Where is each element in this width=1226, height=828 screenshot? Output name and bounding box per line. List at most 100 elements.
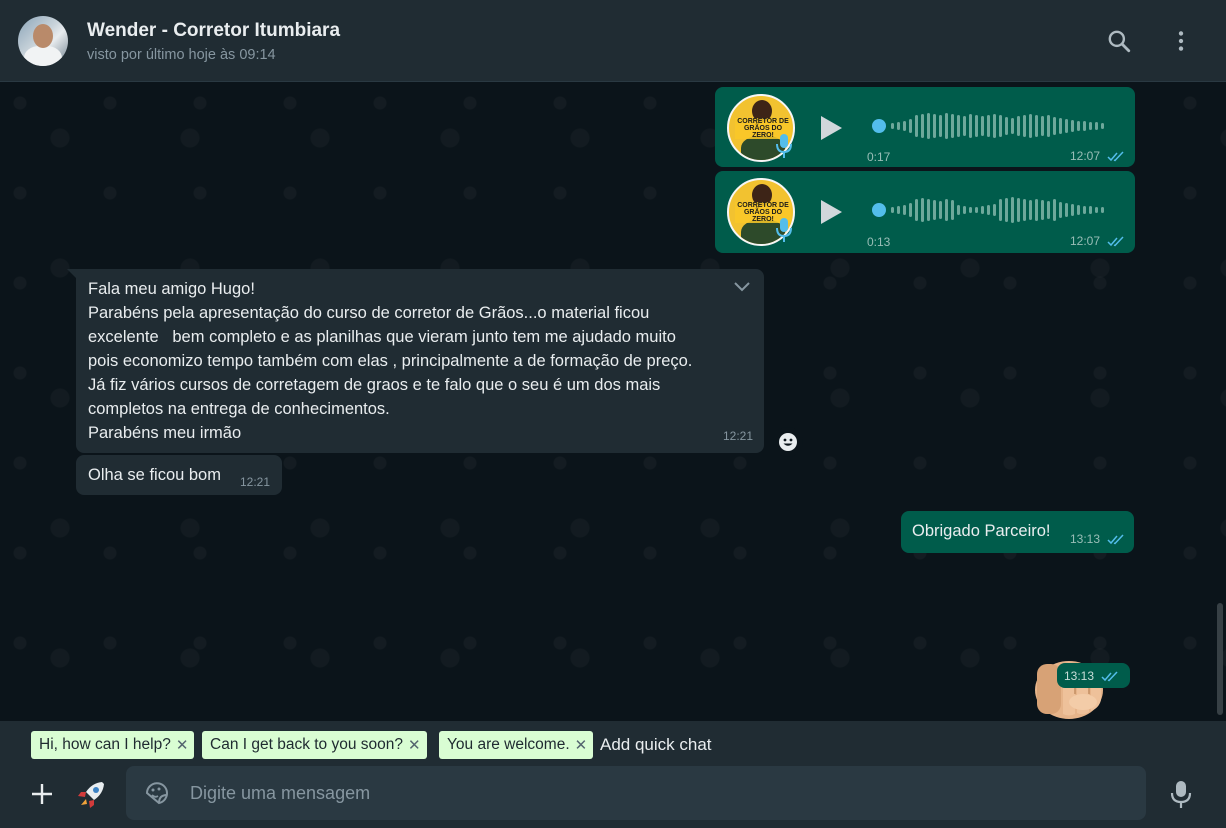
waveform-bar xyxy=(927,199,930,221)
waveform-bar xyxy=(1017,198,1020,222)
chat-scrollbar[interactable] xyxy=(1217,603,1223,715)
message-time: 12:21 xyxy=(240,475,271,489)
kebab-menu-icon[interactable] xyxy=(1167,27,1195,55)
message-time: 13:13 xyxy=(1064,669,1095,683)
quick-chat-chip[interactable]: You are welcome. ✕ xyxy=(439,731,594,759)
waveform-bar xyxy=(957,115,960,137)
play-icon[interactable] xyxy=(817,113,845,143)
rocket-icon[interactable] xyxy=(76,778,108,810)
incoming-message[interactable]: Olha se ficou bom 12:21 xyxy=(76,455,282,495)
close-icon[interactable]: ✕ xyxy=(176,736,189,754)
outgoing-message[interactable]: Obrigado Parceiro! 13:13 xyxy=(901,511,1134,553)
search-icon[interactable] xyxy=(1105,27,1133,55)
waveform-bar xyxy=(987,205,990,215)
message-input-container xyxy=(126,766,1146,820)
message-line: Já fiz vários cursos de corretagem de gr… xyxy=(88,376,661,394)
waveform-bar xyxy=(1005,198,1008,222)
contact-avatar[interactable] xyxy=(18,16,68,66)
audio-waveform[interactable] xyxy=(871,109,1111,143)
waveform-bar xyxy=(1041,116,1044,136)
waveform-bar xyxy=(993,204,996,216)
waveform-bar xyxy=(1095,122,1098,130)
chevron-down-icon[interactable] xyxy=(733,281,751,293)
waveform-bar xyxy=(1077,121,1080,131)
waveform-bar xyxy=(1035,115,1038,137)
waveform-bar xyxy=(915,199,918,221)
waveform-bar xyxy=(1059,118,1062,134)
message-line: Fala meu amigo Hugo! xyxy=(88,280,255,298)
waveform-bar xyxy=(1005,117,1008,135)
waveform-bar xyxy=(1023,115,1026,137)
audio-waveform[interactable] xyxy=(871,193,1111,227)
waveform-bar xyxy=(1011,197,1014,223)
microphone-icon xyxy=(773,131,795,161)
double-check-icon xyxy=(1107,534,1124,545)
waveform-bar xyxy=(1017,116,1020,136)
waveform-bar xyxy=(999,115,1002,137)
message-time: 12:07 xyxy=(1070,149,1101,163)
waveform-bar xyxy=(969,207,972,213)
waveform-bar xyxy=(903,205,906,215)
waveform-bar xyxy=(1053,199,1056,221)
waveform-bar xyxy=(975,115,978,137)
waveform-bar xyxy=(951,114,954,138)
audio-duration: 0:17 xyxy=(867,150,891,164)
quick-chat-chip[interactable]: Can I get back to you soon? ✕ xyxy=(202,731,427,759)
sticker-time-badge: 13:13 xyxy=(1057,663,1130,688)
waveform-bar xyxy=(957,205,960,215)
waveform-bar xyxy=(1089,122,1092,130)
waveform-bar xyxy=(963,116,966,136)
waveform-bar xyxy=(999,199,1002,221)
quick-chat-label[interactable]: Can I get back to you soon? xyxy=(210,736,403,754)
waveform-bar xyxy=(939,115,942,137)
waveform-bar xyxy=(897,206,900,214)
message-line: Parabéns meu irmão xyxy=(88,424,242,442)
double-check-icon xyxy=(1101,671,1118,682)
waveform-bar xyxy=(939,201,942,219)
quick-chat-chip[interactable]: Hi, how can I help? ✕ xyxy=(31,731,195,759)
close-icon[interactable]: ✕ xyxy=(408,736,421,754)
microphone-icon xyxy=(773,215,795,245)
plus-icon[interactable] xyxy=(30,782,54,806)
waveform-bar xyxy=(1083,206,1086,214)
waveform-bar xyxy=(891,207,894,213)
audio-duration: 0:13 xyxy=(867,235,891,249)
microphone-icon[interactable] xyxy=(1168,779,1194,809)
waveform-bar xyxy=(951,200,954,220)
quick-chat-label[interactable]: Hi, how can I help? xyxy=(39,736,171,754)
waveform-bar xyxy=(1071,120,1074,132)
waveform-bar xyxy=(1101,123,1104,129)
add-quick-chat-button[interactable]: Add quick chat xyxy=(600,735,712,755)
waveform-bar xyxy=(927,113,930,139)
message-line: excelente bem completo e as planilhas qu… xyxy=(88,328,676,346)
message-input[interactable] xyxy=(190,766,1130,820)
message-text: Olha se ficou bom xyxy=(88,466,221,484)
waveform-bar xyxy=(1065,119,1068,133)
waveform-bar xyxy=(1023,199,1026,221)
waveform-bar xyxy=(921,198,924,222)
waveform-bar xyxy=(993,114,996,138)
quick-chat-label[interactable]: You are welcome. xyxy=(447,736,570,754)
sticker-icon[interactable] xyxy=(144,780,170,806)
audio-message[interactable]: CORRETOR DE GRÃOS DO ZERO! 0:13 12:07 xyxy=(715,171,1135,253)
play-icon[interactable] xyxy=(817,197,845,227)
waveform-bar xyxy=(963,206,966,214)
close-icon[interactable]: ✕ xyxy=(575,736,588,754)
waveform-bar xyxy=(1047,115,1050,137)
emoji-reaction-icon[interactable] xyxy=(773,427,803,457)
waveform-bar xyxy=(903,121,906,131)
double-check-icon xyxy=(1107,236,1124,247)
waveform-bar xyxy=(1029,200,1032,220)
waveform-bar xyxy=(1101,207,1104,213)
incoming-message[interactable]: Fala meu amigo Hugo! Parabéns pela apres… xyxy=(76,269,764,453)
waveform-bar xyxy=(1077,205,1080,215)
waveform-bar xyxy=(1047,201,1050,219)
waveform-bar xyxy=(1041,200,1044,220)
chat-messages-area[interactable]: CORRETOR DE GRÃOS DO ZERO! 0:17 12:07 CO… xyxy=(0,83,1226,721)
message-line: completos na entrega de conhecimentos. xyxy=(88,400,390,418)
chat-header: Wender - Corretor Itumbiara visto por úl… xyxy=(0,0,1226,82)
double-check-icon xyxy=(1107,151,1124,162)
contact-name[interactable]: Wender - Corretor Itumbiara xyxy=(87,20,340,42)
audio-message[interactable]: CORRETOR DE GRÃOS DO ZERO! 0:17 12:07 xyxy=(715,87,1135,167)
waveform-bar xyxy=(1059,202,1062,218)
